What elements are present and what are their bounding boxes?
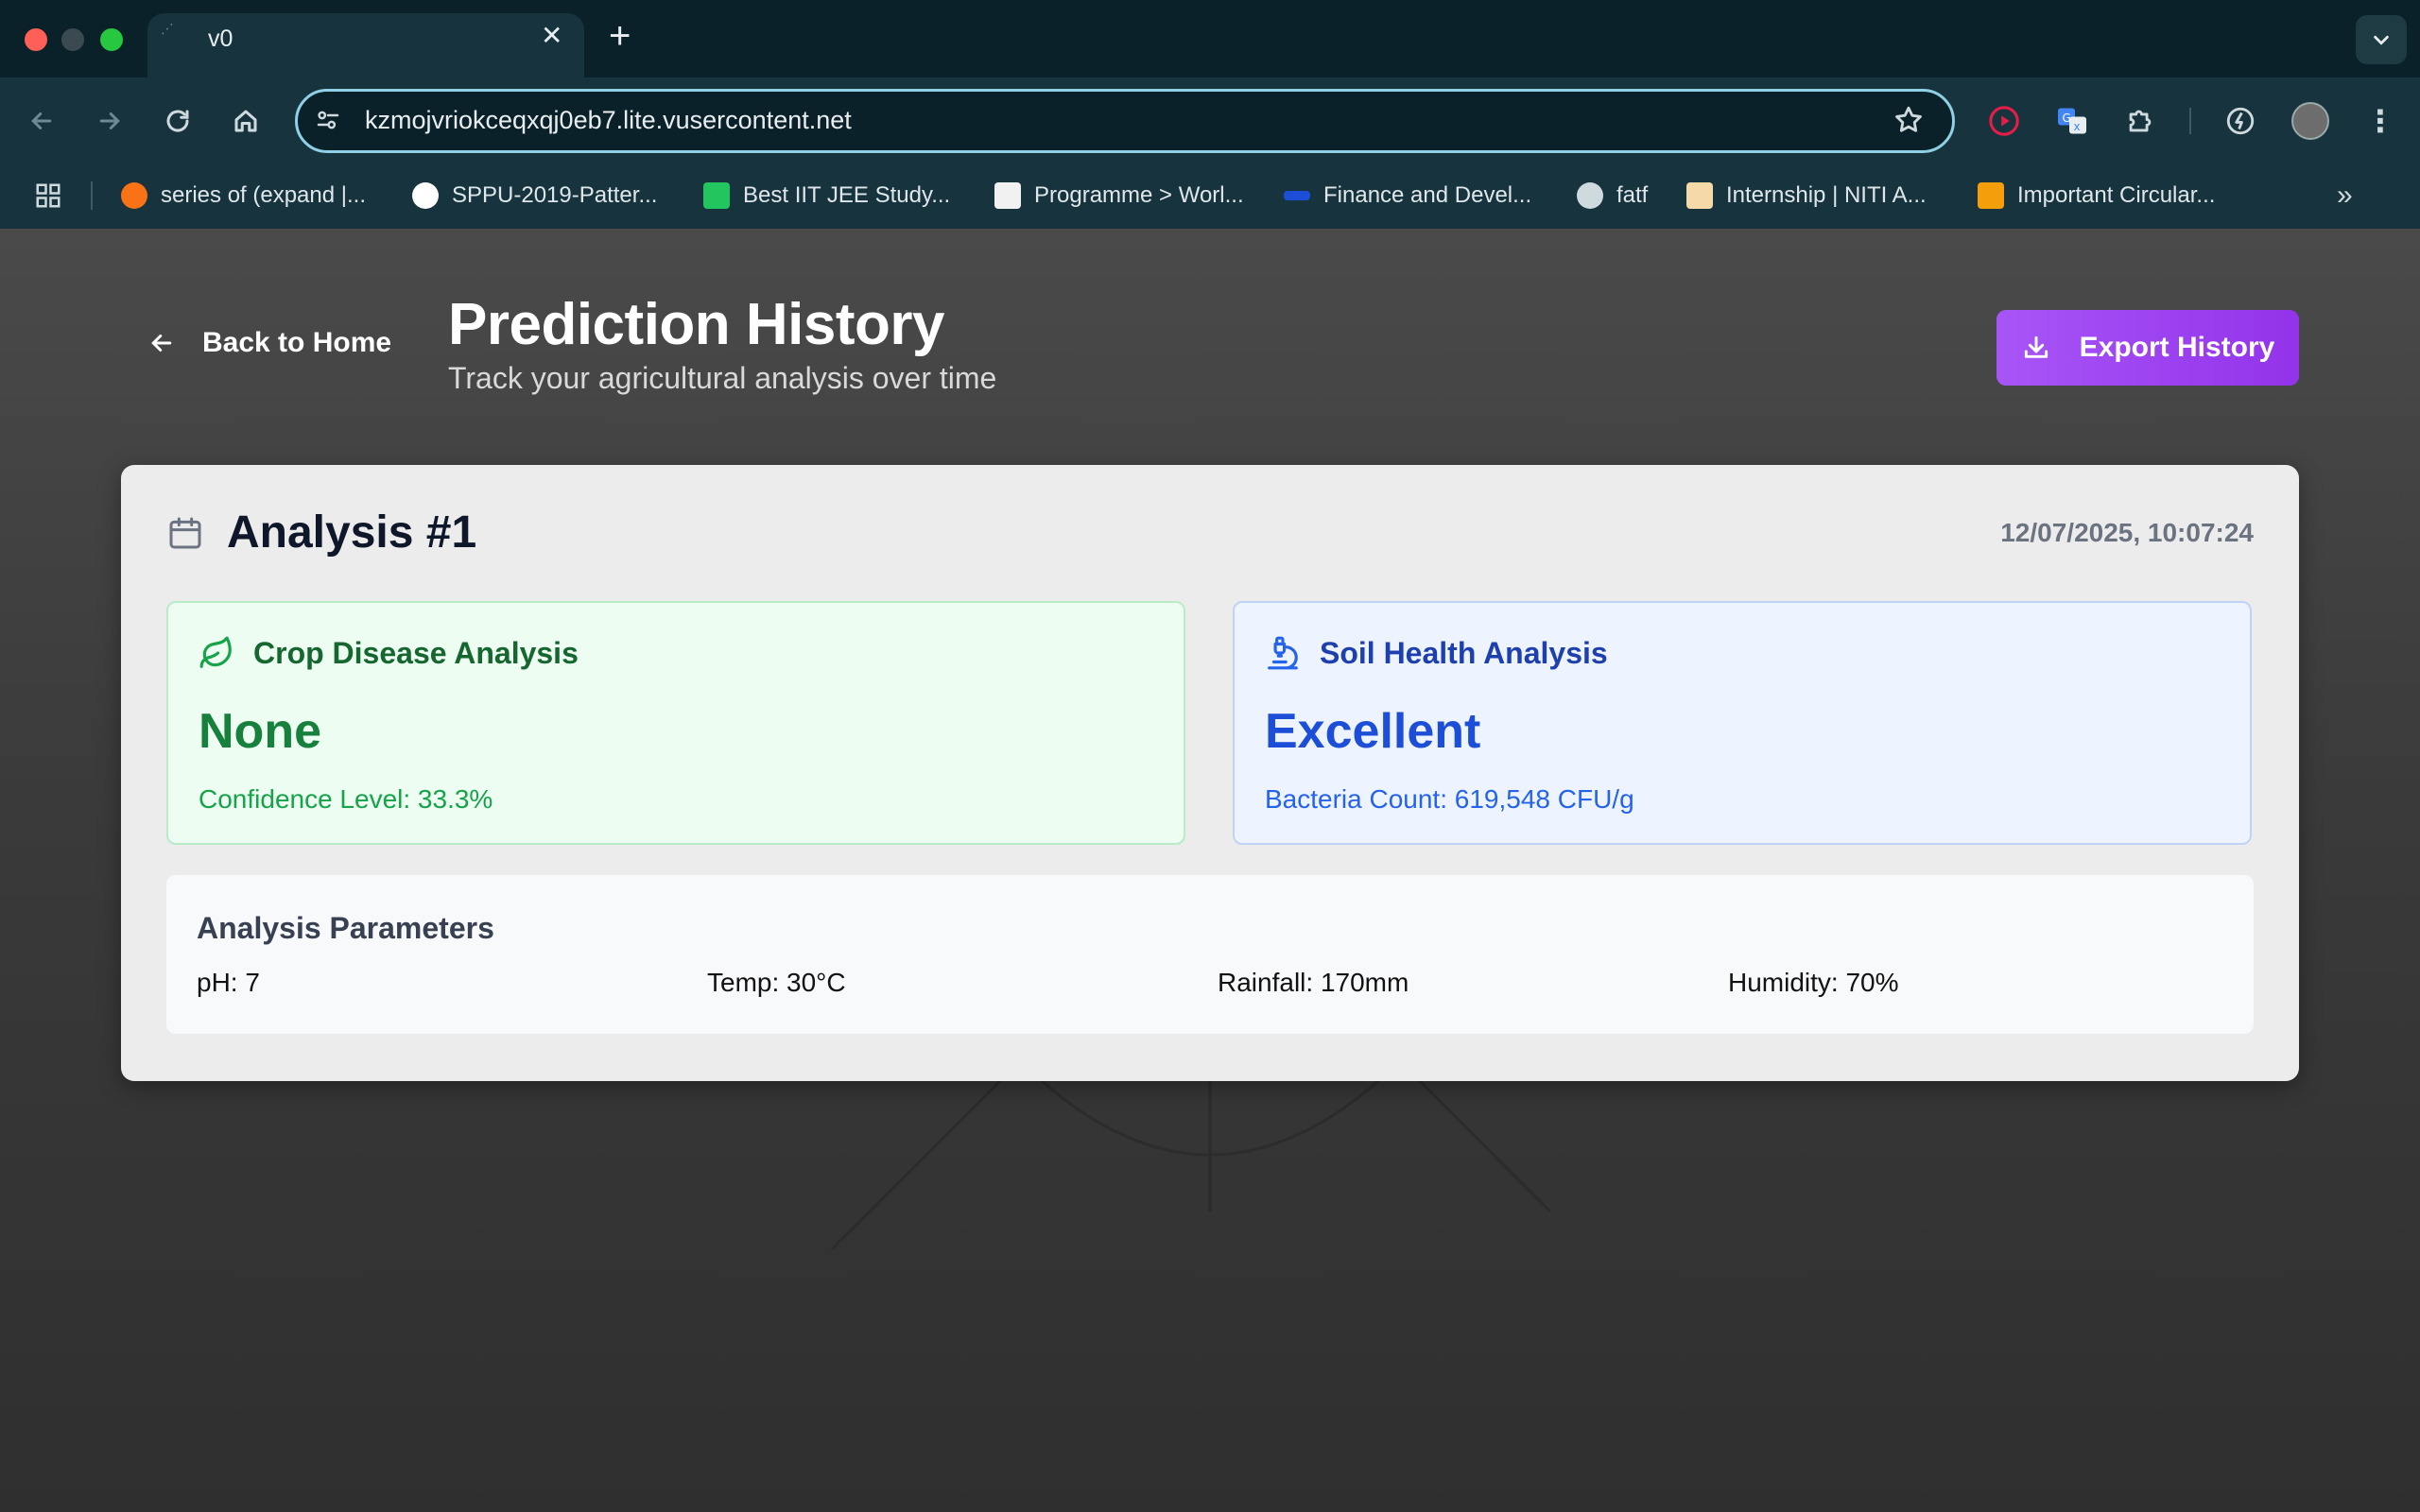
toolbar-separator xyxy=(2189,108,2191,134)
param-humidity: Humidity: 70% xyxy=(1728,968,1899,997)
bookmark-item[interactable]: Programme > Worl... xyxy=(994,180,1244,212)
url-text[interactable]: kzmojvriokceqxqj0eb7.lite.vusercontent.n… xyxy=(365,106,852,135)
bookmark-label: fatf xyxy=(1616,182,1649,208)
document-icon xyxy=(994,182,1021,209)
record-extension-icon[interactable] xyxy=(1985,102,2023,140)
analysis-timestamp: 12/07/2025, 10:07:24 xyxy=(2000,518,2254,547)
bookmark-label: SPPU-2019-Patter... xyxy=(452,182,658,208)
apps-grid-icon[interactable] xyxy=(34,181,62,210)
imf-icon xyxy=(1284,191,1310,200)
page-subtitle: Track your agricultural analysis over ti… xyxy=(448,361,997,395)
analysis-parameters: Analysis Parameters pH: 7 Temp: 30°C Rai… xyxy=(166,875,2254,1034)
calendar-icon xyxy=(166,514,204,552)
forward-nav-button[interactable] xyxy=(91,102,129,140)
gear-orange-icon xyxy=(121,182,147,209)
home-button[interactable] xyxy=(227,102,265,140)
bookmark-item[interactable]: Internship | NITI A... xyxy=(1686,180,1927,212)
window-close-button[interactable] xyxy=(25,28,47,51)
bookmark-label: Finance and Devel... xyxy=(1323,182,1532,208)
crop-disease-panel: Crop Disease Analysis None Confidence Le… xyxy=(166,601,1185,845)
param-rainfall: Rainfall: 170mm xyxy=(1218,968,1409,997)
profile-avatar[interactable] xyxy=(2291,102,2329,140)
reload-icon xyxy=(166,110,189,132)
bookmark-label: Best IIT JEE Study... xyxy=(743,182,951,208)
page-title: Prediction History xyxy=(448,292,945,357)
reload-button[interactable] xyxy=(159,102,197,140)
bookmark-label: series of (expand |... xyxy=(161,182,367,208)
param-temp: Temp: 30°C xyxy=(707,968,846,997)
window-maximize-button[interactable] xyxy=(100,28,123,51)
tab-title: v0 xyxy=(208,26,233,52)
soil-health-result: Excellent xyxy=(1265,704,1481,759)
green-plus-icon xyxy=(703,182,730,209)
bookmark-item[interactable]: Best IIT JEE Study... xyxy=(703,180,950,212)
download-icon xyxy=(2024,335,2048,358)
bookmark-label: Programme > Worl... xyxy=(1034,182,1244,208)
bacteria-count: Bacteria Count: 619,548 CFU/g xyxy=(1265,784,1634,814)
crop-disease-heading: Crop Disease Analysis xyxy=(199,635,579,671)
crop-disease-result: None xyxy=(199,704,321,759)
confidence-level: Confidence Level: 33.3% xyxy=(199,784,493,814)
bookmark-item[interactable]: fatf xyxy=(1577,180,1648,212)
bookmarks-separator xyxy=(91,181,93,210)
bookmark-item[interactable]: Important Circular... xyxy=(1978,180,2215,212)
bookmark-star-icon[interactable] xyxy=(1893,104,1925,141)
site-settings-icon[interactable] xyxy=(314,106,344,136)
bookmark-label: Internship | NITI A... xyxy=(1726,182,1927,208)
page-viewport: Back to Home Prediction History Track yo… xyxy=(0,229,2420,1512)
export-history-button[interactable]: Export History xyxy=(1996,310,2299,386)
bookmark-item[interactable]: series of (expand |... xyxy=(121,180,366,212)
translate-extension-icon[interactable]: Gx xyxy=(2053,102,2091,140)
niti-icon xyxy=(1686,182,1713,209)
export-history-label: Export History xyxy=(2079,332,2275,363)
back-to-home-label: Back to Home xyxy=(202,327,392,358)
svg-text:G: G xyxy=(2063,112,2071,125)
github-icon xyxy=(412,182,439,209)
tab-close-icon[interactable]: ✕ xyxy=(541,23,562,49)
chevron-down-icon xyxy=(2374,35,2389,45)
tab-search-button[interactable] xyxy=(2356,15,2407,64)
bookmark-item[interactable]: SPPU-2019-Patter... xyxy=(412,180,657,212)
svg-text:x: x xyxy=(2074,120,2081,133)
back-to-home-link[interactable]: Back to Home xyxy=(147,327,391,359)
analysis-card: Analysis #1 12/07/2025, 10:07:24 Crop Di… xyxy=(121,465,2299,1081)
extensions-puzzle-icon[interactable] xyxy=(2121,102,2159,140)
home-icon xyxy=(234,110,257,132)
globe-icon xyxy=(1577,182,1603,209)
bookmark-item[interactable]: Finance and Devel... xyxy=(1284,180,1531,212)
new-tab-button[interactable]: + xyxy=(609,17,631,55)
building-icon xyxy=(1978,182,2004,209)
soil-health-heading: Soil Health Analysis xyxy=(1265,635,1608,671)
back-nav-button[interactable] xyxy=(23,102,60,140)
analysis-title: Analysis #1 xyxy=(227,507,477,558)
window-minimize-button[interactable] xyxy=(61,28,84,51)
crop-disease-heading-label: Crop Disease Analysis xyxy=(253,635,579,670)
tab-favicon-icon: ⋰ xyxy=(161,21,174,36)
bookmark-label: Important Circular... xyxy=(2017,182,2216,208)
arrow-right-icon xyxy=(99,112,120,129)
arrow-left-icon xyxy=(151,335,172,352)
performance-icon[interactable] xyxy=(2221,102,2259,140)
parameters-heading: Analysis Parameters xyxy=(197,911,494,945)
more-bookmarks-icon[interactable]: » xyxy=(2337,180,2353,212)
arrow-left-icon xyxy=(31,112,52,129)
leaf-icon xyxy=(199,636,232,668)
soil-health-panel: Soil Health Analysis Excellent Bacteria … xyxy=(1233,601,2252,845)
browser-menu-icon[interactable]: ⋮ xyxy=(2361,102,2399,140)
microscope-icon xyxy=(1268,636,1298,670)
param-ph: pH: 7 xyxy=(197,968,260,997)
soil-health-heading-label: Soil Health Analysis xyxy=(1320,635,1608,670)
